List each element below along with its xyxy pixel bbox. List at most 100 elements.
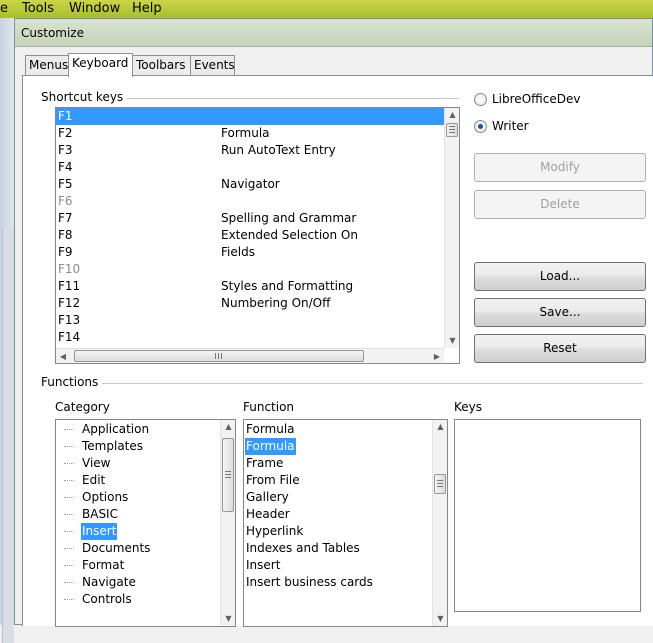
dialog-title: Customize <box>21 26 84 40</box>
shortcut-row[interactable]: F13 <box>56 312 444 329</box>
scroll-up-arrow-icon[interactable]: ▲ <box>221 420 235 434</box>
category-item-label: Documents <box>82 541 151 555</box>
shortcut-function: Extended Selection On <box>221 228 358 242</box>
scroll-down-arrow-icon[interactable]: ▼ <box>221 612 235 626</box>
scroll-thumb[interactable] <box>434 474 446 494</box>
modify-button[interactable]: Modify <box>474 153 646 182</box>
shortcut-key: F13 <box>58 313 81 327</box>
category-item-label: Edit <box>82 473 106 487</box>
delete-button[interactable]: Delete <box>474 190 646 219</box>
background-scrollbar <box>2 228 14 643</box>
function-item-label: Hyperlink <box>246 524 304 538</box>
tab-menus-label: Menus <box>29 58 69 72</box>
tree-connector <box>64 497 74 498</box>
tab-menus[interactable]: Menus <box>25 55 69 75</box>
scroll-thumb[interactable] <box>222 438 234 512</box>
category-list-vscroll[interactable]: ▲ ▼ <box>220 420 235 626</box>
shortcut-row[interactable]: F11 Styles and Formatting <box>56 278 444 295</box>
function-item-label: From File <box>246 473 300 487</box>
shortcut-row[interactable]: F2 Formula <box>56 125 444 142</box>
shortcut-row[interactable]: F5 Navigator <box>56 176 444 193</box>
shortcut-row[interactable]: F4 <box>56 159 444 176</box>
tree-connector <box>64 548 74 549</box>
category-item-label: Controls <box>82 592 132 606</box>
function-label: Function <box>243 400 295 414</box>
shortcut-row[interactable]: F1 <box>56 108 444 125</box>
function-item-label: Formula <box>246 422 295 436</box>
shortcut-function: Styles and Formatting <box>221 279 354 293</box>
shortcut-key: F3 <box>58 143 73 157</box>
scroll-up-arrow-icon[interactable]: ▲ <box>433 420 447 434</box>
tree-connector <box>64 565 74 566</box>
tab-events-label: Events <box>194 58 235 72</box>
category-item-label: Format <box>82 558 125 572</box>
tab-toolbars-label: Toolbars <box>136 58 186 72</box>
scroll-left-arrow-icon[interactable]: ◀ <box>56 349 70 363</box>
shortcut-function: Navigator <box>221 177 280 191</box>
shortcut-key: F2 <box>58 126 73 140</box>
radio-indicator <box>474 93 487 106</box>
category-item-label: Options <box>82 490 129 504</box>
shortcut-keys-separator <box>123 98 459 99</box>
shortcut-list-vscroll[interactable]: ▲ ▼ <box>444 108 459 348</box>
customize-dialog: Customize Menus Keyboard Toolbars Events… <box>14 18 653 627</box>
shortcut-row[interactable]: F9 Fields <box>56 244 444 261</box>
scroll-thumb[interactable] <box>446 123 458 137</box>
shortcut-key: F14 <box>58 330 81 344</box>
radio-indicator <box>474 120 487 133</box>
functions-label: Functions <box>41 375 103 389</box>
menu-edit-partial[interactable]: e <box>0 1 8 16</box>
tab-events[interactable]: Events <box>190 55 235 75</box>
shortcut-row[interactable]: F8 Extended Selection On <box>56 227 444 244</box>
category-item-label: Application <box>82 422 150 436</box>
shortcut-row[interactable]: F14 <box>56 329 444 346</box>
shortcut-key: F9 <box>58 245 73 259</box>
load-button[interactable]: Load... <box>474 262 646 291</box>
scroll-down-arrow-icon[interactable]: ▼ <box>433 612 447 626</box>
function-item-label: Header <box>246 507 290 521</box>
shortcut-keys-label: Shortcut keys <box>41 90 128 104</box>
menu-help[interactable]: Help <box>132 1 162 16</box>
category-label: Category <box>55 400 110 414</box>
shortcut-function: Spelling and Grammar <box>221 211 357 225</box>
grip-icon <box>449 126 455 134</box>
function-list-vscroll[interactable]: ▲ ▼ <box>432 420 447 626</box>
category-item-label: Templates <box>82 439 144 453</box>
shortcut-row[interactable]: F3 Run AutoText Entry <box>56 142 444 159</box>
shortcut-list-hscroll[interactable]: ◀ ▶ <box>56 348 444 363</box>
shortcut-key: F4 <box>58 160 73 174</box>
menu-window[interactable]: Window <box>69 1 120 16</box>
function-item-label: Insert <box>246 558 281 572</box>
shortcut-keys-list[interactable]: F1 F2 Formula F3 Run AutoText Entry F4 F5 N… <box>55 107 460 364</box>
app-menubar: e Tools Window Help <box>0 0 653 18</box>
tree-connector <box>64 480 74 481</box>
shortcut-row[interactable]: F6 <box>56 193 444 210</box>
tab-toolbars[interactable]: Toolbars <box>132 55 191 75</box>
shortcut-key: F5 <box>58 177 73 191</box>
tab-keyboard[interactable]: Keyboard <box>68 53 133 77</box>
shortcut-row[interactable]: F7 Spelling and Grammar <box>56 210 444 227</box>
functions-separator <box>99 383 643 384</box>
keys-label: Keys <box>454 400 483 414</box>
scroll-up-arrow-icon[interactable]: ▲ <box>445 108 459 122</box>
grip-icon <box>437 480 443 488</box>
save-button[interactable]: Save... <box>474 298 646 327</box>
scroll-right-arrow-icon[interactable]: ▶ <box>430 349 444 363</box>
tab-keyboard-label: Keyboard <box>72 56 129 70</box>
hscroll-thumb[interactable] <box>74 350 364 362</box>
shortcut-row[interactable]: F12 Numbering On/Off <box>56 295 444 312</box>
function-item-label: Frame <box>246 456 284 470</box>
function-item-label: Indexes and Tables <box>246 541 360 555</box>
shortcut-row[interactable]: F10 <box>56 261 444 278</box>
reset-button[interactable]: Reset <box>474 334 646 363</box>
dialog-titlebar: Customize <box>15 19 652 47</box>
function-list[interactable]: Formula Formula Frame From File Gallery … <box>243 419 448 627</box>
category-item-label: View <box>82 456 111 470</box>
tree-connector <box>64 599 74 600</box>
scroll-down-arrow-icon[interactable]: ▼ <box>445 334 459 348</box>
keys-list[interactable] <box>454 419 641 612</box>
tree-connector <box>64 514 74 515</box>
menu-tools[interactable]: Tools <box>22 1 54 16</box>
grip-icon <box>215 353 223 359</box>
category-list[interactable]: Application Templates View Edit Options … <box>55 419 236 627</box>
